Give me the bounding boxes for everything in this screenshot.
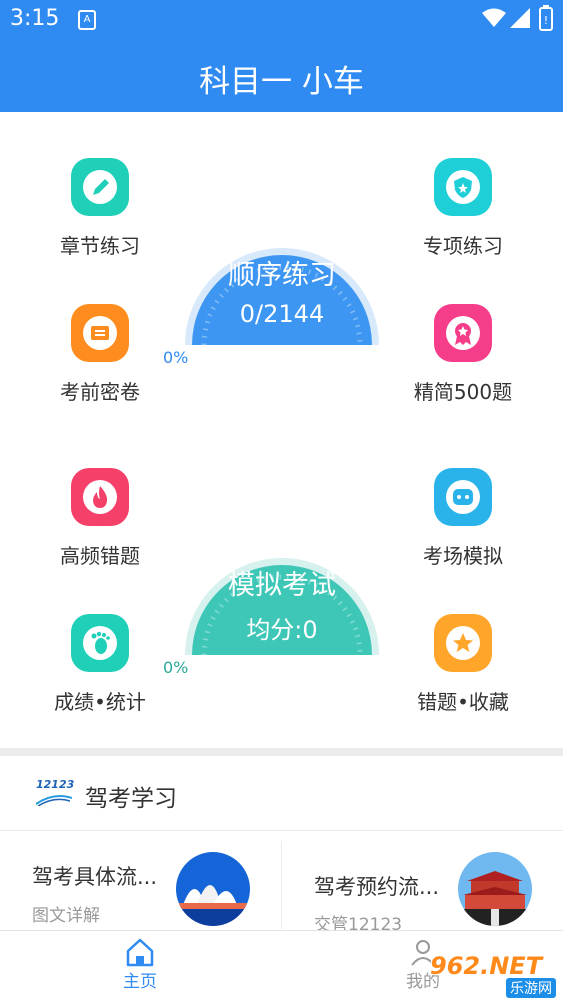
road-swoosh-icon (35, 795, 73, 807)
nav-home-tab[interactable]: 主页 (100, 935, 180, 999)
star-icon (434, 614, 492, 672)
app-bar: 科目一 小车 (0, 38, 563, 112)
signal-icon (510, 8, 530, 28)
exam-simulation-button[interactable]: 考场模拟 (393, 468, 533, 569)
errors-favorites-label: 错题•收藏 (417, 690, 509, 714)
errors-favorites-button[interactable]: 错题•收藏 (393, 614, 533, 715)
site-watermark: 962.NET 乐游网 (430, 952, 558, 998)
fire-icon (71, 468, 129, 526)
12123-logo-text: 12123 (36, 778, 75, 791)
pre-exam-paper-label: 考前密卷 (60, 380, 140, 404)
chat-bubble-icon (434, 468, 492, 526)
tiananmen-icon (458, 852, 532, 926)
study-card-appointment[interactable]: 驾考预约流... 交管12123 (282, 831, 563, 935)
12123-logo: 12123 (35, 778, 75, 807)
award-ribbon-icon (434, 304, 492, 362)
simplified-500-button[interactable]: 精简500题 (393, 304, 533, 405)
opera-house-icon (176, 852, 250, 926)
shield-star-icon (434, 158, 492, 216)
ticket-icon (71, 304, 129, 362)
sequential-percent-label: 0% (163, 348, 189, 367)
card-title: 驾考具体流... (32, 865, 158, 889)
footprint-icon (71, 614, 129, 672)
special-practice-button[interactable]: 专项练习 (393, 158, 533, 259)
high-frequency-errors-label: 高频错题 (60, 544, 140, 568)
card-subtitle: 图文详解 (32, 906, 100, 926)
score-statistics-button[interactable]: 成绩•统计 (30, 614, 170, 715)
page-title: 科目一 小车 (199, 64, 364, 100)
wifi-icon (482, 8, 506, 27)
sequential-gauge-title: 顺序练习 (228, 260, 336, 291)
simplified-500-label: 精简500题 (413, 380, 513, 404)
study-section-title: 驾考学习 (85, 786, 177, 812)
watermark-sub-text: 乐游网 (506, 978, 556, 998)
notification-icon: A (78, 10, 96, 30)
section-divider (0, 748, 563, 756)
mock-exam-score: 均分:0 (246, 616, 318, 644)
svg-text:!: ! (544, 14, 548, 27)
pre-exam-paper-button[interactable]: 考前密卷 (30, 304, 170, 405)
chapter-practice-button[interactable]: 章节练习 (30, 158, 170, 259)
mock-exam-title: 模拟考试 (228, 570, 336, 601)
special-practice-label: 专项练习 (423, 234, 503, 258)
status-time: 3:15 (10, 6, 60, 31)
score-statistics-label: 成绩•统计 (54, 690, 146, 714)
home-icon (126, 938, 154, 967)
chapter-practice-label: 章节练习 (60, 234, 140, 258)
pencil-icon (71, 158, 129, 216)
high-frequency-errors-button[interactable]: 高频错题 (30, 468, 170, 569)
mock-exam-gauge[interactable]: 模拟考试 均分:0 (182, 508, 382, 658)
study-card-process[interactable]: 驾考具体流... 图文详解 (0, 831, 281, 929)
exam-simulation-label: 考场模拟 (423, 544, 503, 568)
card-title: 驾考预约流... (314, 875, 440, 899)
sequential-gauge-progress: 0/2144 (239, 300, 325, 328)
nav-home-label: 主页 (123, 972, 157, 992)
mock-exam-percent-label: 0% (163, 658, 189, 677)
watermark-logo-text: 962.NET (430, 952, 543, 980)
study-section-header: 12123 驾考学习 (0, 756, 563, 831)
status-bar: 3:15 A ! (0, 0, 563, 38)
sequential-practice-gauge[interactable]: 顺序练习 0/2144 (182, 198, 382, 348)
battery-icon: ! (539, 5, 553, 31)
